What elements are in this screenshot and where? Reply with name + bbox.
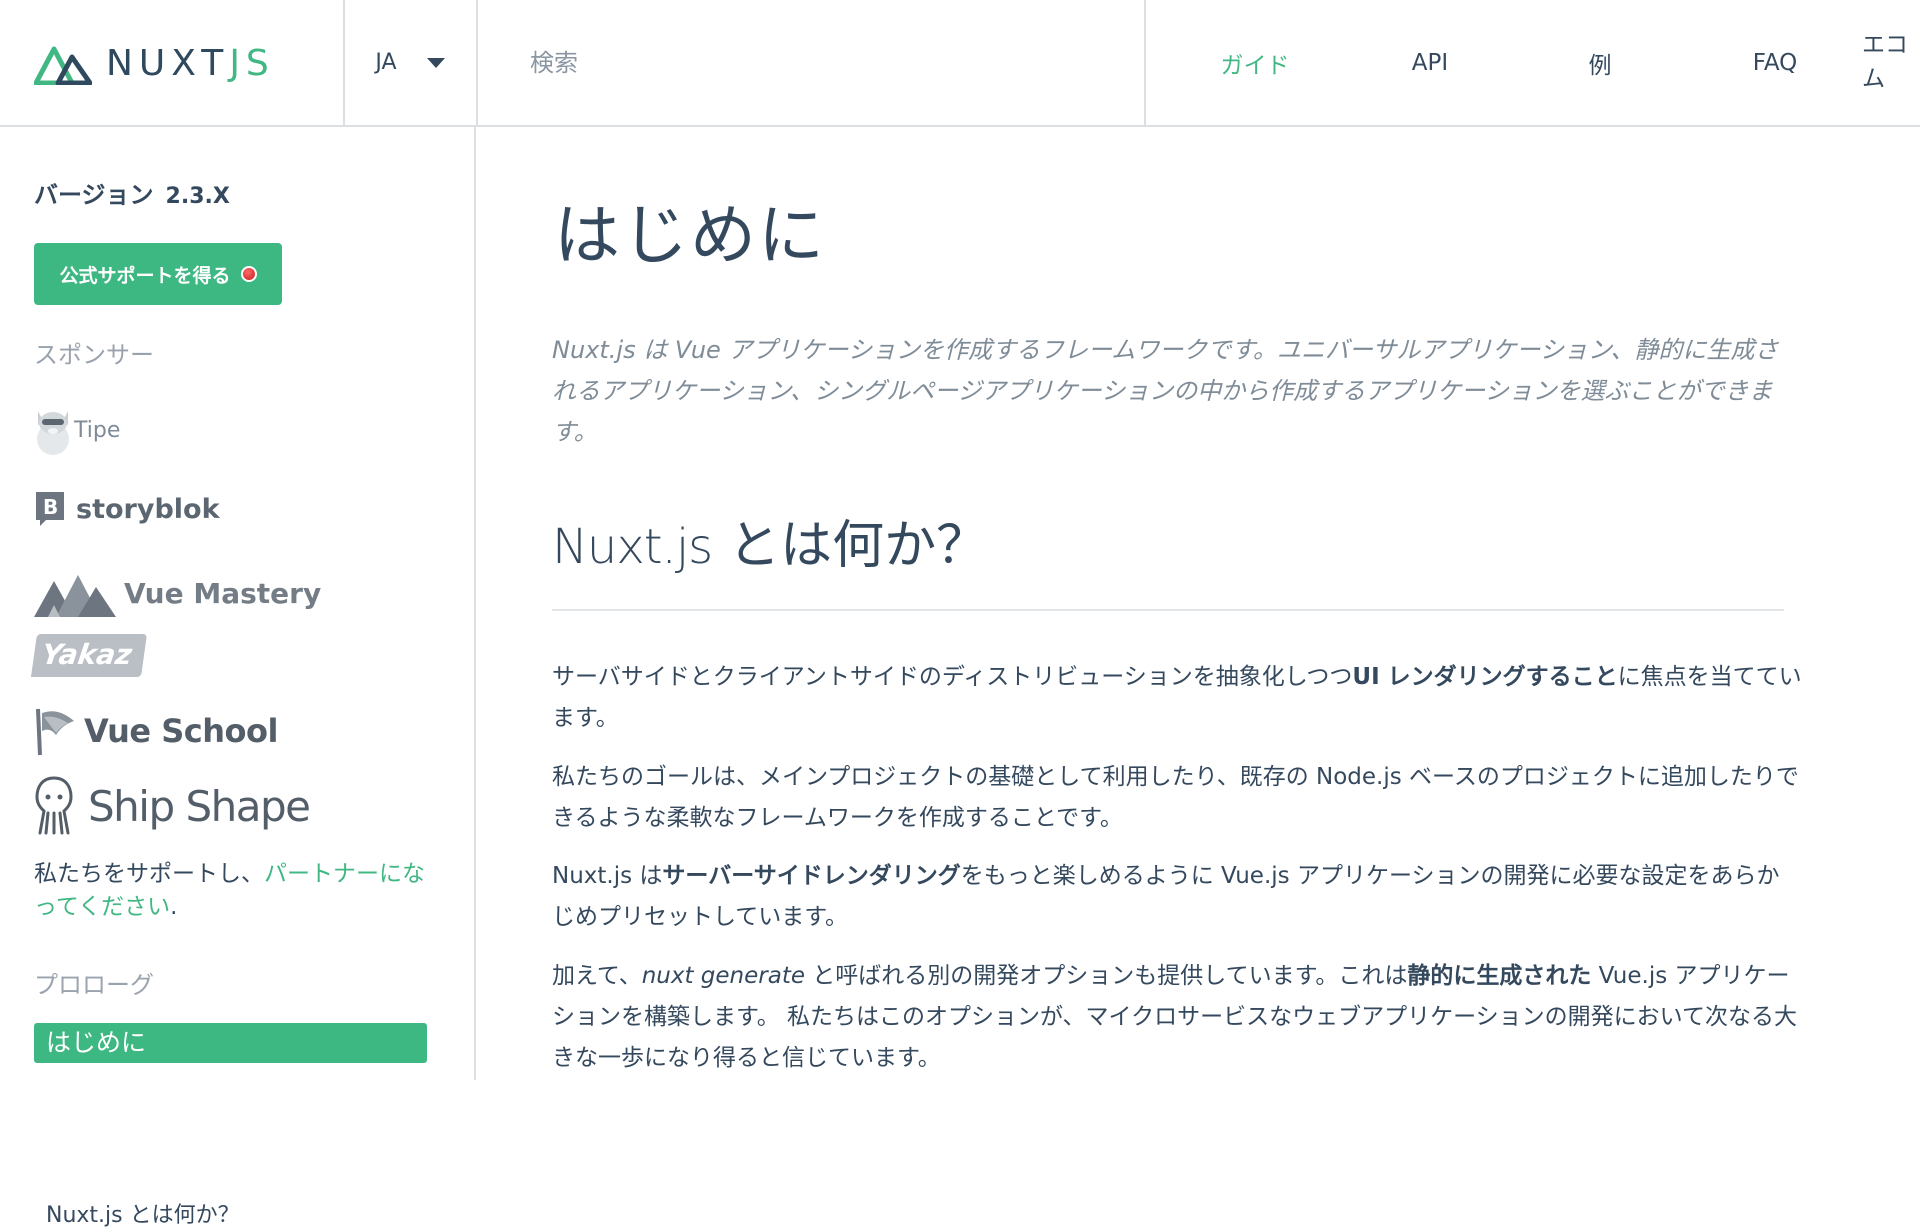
svg-text:B: B [43, 495, 58, 519]
header-divider [1144, 0, 1146, 127]
partner-callout: 私たちをサポートし、パートナーになってください. [34, 861, 425, 920]
paragraph-2: 私たちのゴールは、メインプロジェクトの基礎として利用したり、既存の Node.j… [552, 764, 1799, 831]
paragraph-3: Nuxt.js はサーバーサイドレンダリングをもっと楽しめるように Vue.js… [552, 863, 1780, 930]
sponsor-storyblok[interactable]: B storyblok [34, 490, 220, 528]
nav-examples[interactable]: 例 [1560, 0, 1640, 125]
language-label: JA [375, 50, 397, 75]
search-box [478, 0, 1144, 125]
main-content: はじめに Nuxt.js は Vue アプリケーションを作成するフレームワークで… [478, 127, 1920, 1080]
version-number: 2.3.X [165, 184, 230, 209]
sponsor-tipe[interactable]: Tipe [34, 403, 120, 457]
sidebar-item-what-is-nuxt[interactable]: Nuxt.js とは何か？ [46, 1197, 240, 1229]
language-selector[interactable]: JA [344, 0, 476, 125]
logo-wordmark: NUXTJS [106, 42, 275, 84]
octopus-icon [35, 776, 73, 835]
nav-ecosystem[interactable]: エコム [1862, 28, 1920, 96]
tipe-cat-icon [37, 411, 69, 455]
sponsors-title: スポンサー [34, 341, 154, 369]
version-label: バージョン 2.3.X [34, 181, 230, 209]
nav-api[interactable]: API [1380, 0, 1480, 125]
prologue-title: プロローグ [34, 971, 154, 999]
top-header: NUXTJS JA ガイド API 例 FAQ エコム [0, 0, 1920, 127]
storyblok-logo-icon: B [36, 492, 64, 526]
get-support-button[interactable]: 公式サポートを得る [34, 243, 282, 305]
sponsor-yakaz-label: Yakaz [30, 634, 147, 677]
sponsor-storyblok-label: storyblok [76, 493, 220, 525]
intro-lead: Nuxt.js は Vue アプリケーションを作成するフレームワークです。ユニバ… [552, 336, 1779, 446]
red-pin-icon [240, 266, 257, 282]
sponsor-vue-school[interactable]: Vue School [34, 705, 278, 757]
chevron-down-icon [426, 57, 445, 68]
section-heading-what-is-nuxt: Nuxt.js とは何か？ [552, 503, 1784, 611]
sponsor-vue-mastery-label: Vue Mastery [124, 576, 322, 610]
paragraph-4: 加えて、nuxt generate と呼ばれる別の開発オプションも提供しています… [552, 963, 1797, 1071]
search-input[interactable] [528, 47, 1092, 78]
nav-faq[interactable]: FAQ [1720, 0, 1830, 125]
page-title: はじめに [554, 197, 826, 274]
sponsor-yakaz[interactable]: Yakaz [30, 634, 147, 677]
vue-school-flag-icon [36, 708, 74, 756]
nuxt-mountain-icon [34, 46, 92, 85]
sponsor-tipe-label: Tipe [74, 417, 121, 443]
nuxtjs-logo[interactable]: NUXTJS [34, 38, 275, 88]
sponsor-vue-mastery[interactable]: Vue Mastery [34, 567, 321, 619]
nav-guide[interactable]: ガイド [1200, 0, 1310, 125]
paragraph-1: サーバサイドとクライアントサイドのディストリビューションを抽象化しつつUI レン… [552, 664, 1802, 731]
sponsor-ship-shape[interactable]: Ship Shape [34, 775, 311, 837]
sidebar-item-introduction[interactable]: はじめに [34, 1023, 427, 1063]
sponsor-vue-school-label: Vue School [84, 712, 278, 750]
sponsor-ship-shape-label: Ship Shape [88, 781, 311, 831]
sidebar: バージョン 2.3.X 公式サポートを得る スポンサー Tipe B storyb… [0, 127, 476, 1228]
vue-mastery-mountains-icon [34, 575, 116, 617]
